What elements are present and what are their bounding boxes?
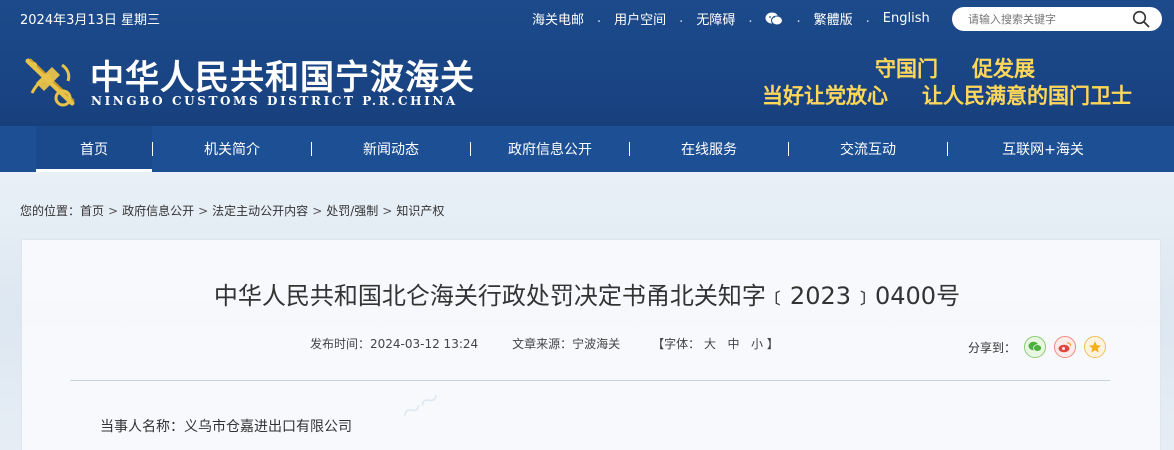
nav-interaction[interactable]: 交流互动 <box>789 126 947 172</box>
search-box <box>952 7 1162 31</box>
breadcrumb: 您的位置：首页 > 政府信息公开 > 法定主动公开内容 > 处罚/强制 > 知识产权 <box>20 204 445 218</box>
site-header: 2024年3月13日 星期三 海关电邮 . 用户空间 . 无障碍 . . 繁體版… <box>0 0 1174 126</box>
link-english[interactable]: English <box>883 11 930 26</box>
font-size-control: 【字体： 大 中 小 】 <box>652 337 779 351</box>
nav-news[interactable]: 新闻动态 <box>312 126 470 172</box>
qzone-share-icon[interactable] <box>1084 336 1107 358</box>
party-name: 当事人名称：义乌市仓嘉进出口有限公司 <box>100 419 352 435</box>
search-input[interactable] <box>968 10 1128 28</box>
customs-emblem-icon[interactable] <box>22 53 78 109</box>
font-small[interactable]: 小 <box>751 337 763 351</box>
site-name-en: NINGBO CUSTOMS DISTRICT P.R.CHINA <box>91 94 458 108</box>
top-bar: 2024年3月13日 星期三 海关电邮 . 用户空间 . 无障碍 . . 繁體版… <box>0 0 1174 36</box>
wechat-icon[interactable] <box>765 12 784 26</box>
nav-online-service[interactable]: 在线服务 <box>630 126 788 172</box>
article-source: 文章来源：宁波海关 <box>512 337 621 351</box>
nav-about[interactable]: 机关简介 <box>153 126 311 172</box>
article-title: 中华人民共和国北仑海关行政处罚决定书甬北关知字﹝2023﹞0400号 <box>213 282 961 310</box>
current-date: 2024年3月13日 星期三 <box>20 13 161 28</box>
share-bar: 分享到： <box>968 336 1107 358</box>
link-customs-email[interactable]: 海关电邮 <box>532 9 584 28</box>
publish-time: 发布时间：2024-03-12 13:24 <box>310 337 479 351</box>
weibo-share-icon[interactable] <box>1054 336 1077 358</box>
link-user-space[interactable]: 用户空间 <box>614 9 666 28</box>
nav-internet-customs[interactable]: 互联网+海关 <box>948 126 1138 172</box>
breadcrumb-ip[interactable]: 知识产权 <box>396 204 444 218</box>
link-accessibility[interactable]: 无障碍 <box>696 9 735 28</box>
nav-gov-info[interactable]: 政府信息公开 <box>471 126 629 172</box>
main-nav: 首页 机关简介 新闻动态 政府信息公开 在线服务 交流互动 互联网+海关 <box>0 126 1174 172</box>
breadcrumb-public-content[interactable]: 法定主动公开内容 <box>212 204 308 218</box>
article-meta: 发布时间：2024-03-12 13:24 文章来源：宁波海关 【字体： 大 中… <box>310 335 779 352</box>
link-traditional[interactable]: 繁體版 <box>814 9 853 28</box>
article-divider <box>70 380 1110 381</box>
slogan-line-2: 当好让党放心 让人民满意的国门卫士 <box>762 84 1132 108</box>
search-icon[interactable] <box>1132 10 1150 28</box>
font-medium[interactable]: 中 <box>727 337 739 351</box>
breadcrumb-home[interactable]: 首页 <box>80 204 104 218</box>
site-name[interactable]: 中华人民共和国宁波海关 <box>90 50 475 99</box>
nav-home[interactable]: 首页 <box>36 126 152 172</box>
share-label: 分享到： <box>968 340 1017 355</box>
wechat-share-icon[interactable] <box>1024 336 1047 358</box>
font-large[interactable]: 大 <box>704 337 716 351</box>
breadcrumb-penalty[interactable]: 处罚/强制 <box>326 204 378 218</box>
breadcrumb-gov-info[interactable]: 政府信息公开 <box>122 204 194 218</box>
top-links: 海关电邮 . 用户空间 . 无障碍 . . 繁體版 . English <box>532 9 930 28</box>
slogan-line-1: 守国门 促发展 <box>875 57 1035 81</box>
